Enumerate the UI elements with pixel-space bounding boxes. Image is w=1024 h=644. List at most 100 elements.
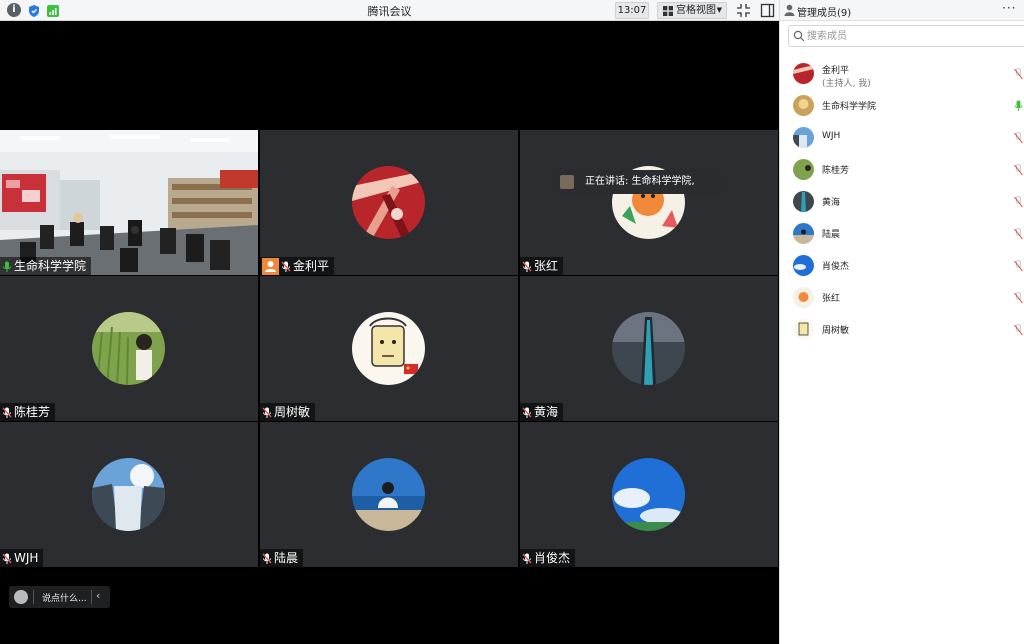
sidebar-toggle-icon[interactable] [760,3,775,18]
video-tile[interactable]: WJH [0,422,258,567]
mic-on-icon[interactable] [1014,100,1023,112]
chevron-left-icon[interactable]: ‹ [96,589,100,602]
members-title: 管理成员(9) [797,8,852,19]
chat-input[interactable]: 说点什么... [42,591,87,604]
member-name: 生命科学学院 [822,102,877,112]
mic-muted-icon [522,552,532,564]
grid-icon [663,6,673,16]
video-tile[interactable]: 生命科学学院 [0,130,258,275]
video-tile[interactable]: 张红 [520,130,778,275]
chat-bar[interactable]: 说点什么... ‹ [9,586,110,608]
member-name: 陈桂芳 [822,166,850,176]
member-avatar [793,127,814,148]
member-search[interactable] [788,25,1024,47]
participant-nametag: 肖俊杰 [520,549,576,567]
search-icon [793,30,805,42]
mic-muted-icon[interactable] [1014,228,1023,240]
waterfall-avatar [92,457,165,531]
mic-muted-icon[interactable] [1014,132,1023,144]
participant-nametag: 生命科学学院 [0,257,92,275]
video-tile[interactable]: 金利平 [260,130,518,275]
member-name: WJH [822,131,841,141]
participant-name: 张红 [534,259,559,273]
mic-muted-icon[interactable] [1014,260,1023,272]
video-tile[interactable]: 陈桂芳 [0,276,258,421]
divider [91,590,92,604]
member-avatar [793,63,814,84]
members-list: 金利平 (主持人, 我) 生命科学学院 WJH 陈桂芳 黄海 陆晨 肖俊杰 张红… [780,60,1024,348]
view-mode-button[interactable]: 宫格视图 ▼ [657,2,727,19]
member-name: 周树敏 [822,326,850,336]
member-name: 黄海 [822,198,841,208]
member-avatar [793,287,814,308]
divider [33,590,34,604]
chevron-down-icon: ▼ [716,6,722,14]
participant-nametag: 黄海 [520,403,564,421]
member-name: 金利平 [822,66,850,76]
mic-on-icon [2,260,12,272]
participant-name: 陆晨 [274,551,299,565]
participant-name: 金利平 [293,259,330,273]
mic-muted-icon [281,260,291,272]
members-panel: 管理成员(9) ··· 金利平 (主持人, 我) 生命科学学院 WJH [779,0,1024,644]
video-tile[interactable]: 陆晨 [260,422,518,567]
member-avatar [793,191,814,212]
member-avatar [793,159,814,180]
person-icon [784,4,795,16]
video-tile[interactable]: 黄海 [520,276,778,421]
participant-name: 陈桂芳 [14,405,51,419]
video-grid: 生命科学学院 金利平 张红 陈桂芳 周树敏 黄海 WJH 陆晨 肖俊杰 [0,130,779,568]
meeting-window: i 腾讯会议 13:07 宫格视图 ▼ 生命科学学院 金利平 张红 陈桂芳 周树… [0,0,1024,644]
participant-nametag: 陆晨 [260,549,304,567]
members-panel-header: 管理成员(9) ··· [780,0,1024,21]
mic-muted-icon [522,406,532,418]
tower-avatar [612,311,685,385]
search-input[interactable] [807,28,1017,44]
member-row[interactable]: 陈桂芳 [780,156,1024,188]
member-row[interactable]: 肖俊杰 [780,252,1024,284]
exit-fullscreen-icon[interactable] [736,3,751,18]
mic-muted-icon [2,406,12,418]
mic-muted-icon[interactable] [1014,68,1023,80]
member-row[interactable]: 周树敏 [780,316,1024,348]
seaside-avatar [352,457,425,531]
member-avatar [793,255,814,276]
mic-muted-icon [262,406,272,418]
mic-muted-icon[interactable] [1014,324,1023,336]
member-row[interactable]: 生命科学学院 [780,92,1024,124]
emoji-icon[interactable] [14,590,28,604]
mic-muted-icon[interactable] [1014,292,1023,304]
participant-nametag: WJH [0,549,44,567]
member-role: (主持人, 我) [822,79,871,89]
title-bar: i 腾讯会议 13:07 宫格视图 ▼ [0,0,779,21]
video-tile[interactable]: 肖俊杰 [520,422,778,567]
wheat-field-avatar [92,311,165,385]
meeting-clock: 13:07 [615,2,649,19]
mic-muted-icon [2,552,12,564]
member-row[interactable]: 金利平 (主持人, 我) [780,60,1024,92]
video-tile[interactable]: 周树敏 [260,276,518,421]
mic-muted-icon[interactable] [1014,164,1023,176]
participant-nametag: 金利平 [260,257,335,275]
mic-muted-icon[interactable] [1014,196,1023,208]
member-name: 肖俊杰 [822,262,850,272]
member-avatar [793,223,814,244]
participant-name: 生命科学学院 [14,259,87,273]
member-avatar [793,95,814,116]
participant-nametag: 周树敏 [260,403,316,421]
speaker-avatar [560,175,574,189]
red-lights-avatar [352,165,425,239]
speaking-label: 正在讲话: 生命科学学院, [585,176,695,187]
sketch-face-avatar [352,311,425,385]
member-name: 陆晨 [822,230,841,240]
mic-muted-icon [262,552,272,564]
member-row[interactable]: 陆晨 [780,220,1024,252]
member-row[interactable]: 黄海 [780,188,1024,220]
member-row[interactable]: WJH [780,124,1024,156]
participant-name: 肖俊杰 [534,551,571,565]
more-options-icon[interactable]: ··· [1002,1,1016,15]
mic-muted-icon [522,260,532,272]
participant-nametag: 张红 [520,257,564,275]
participant-name: 周树敏 [274,405,311,419]
member-row[interactable]: 张红 [780,284,1024,316]
